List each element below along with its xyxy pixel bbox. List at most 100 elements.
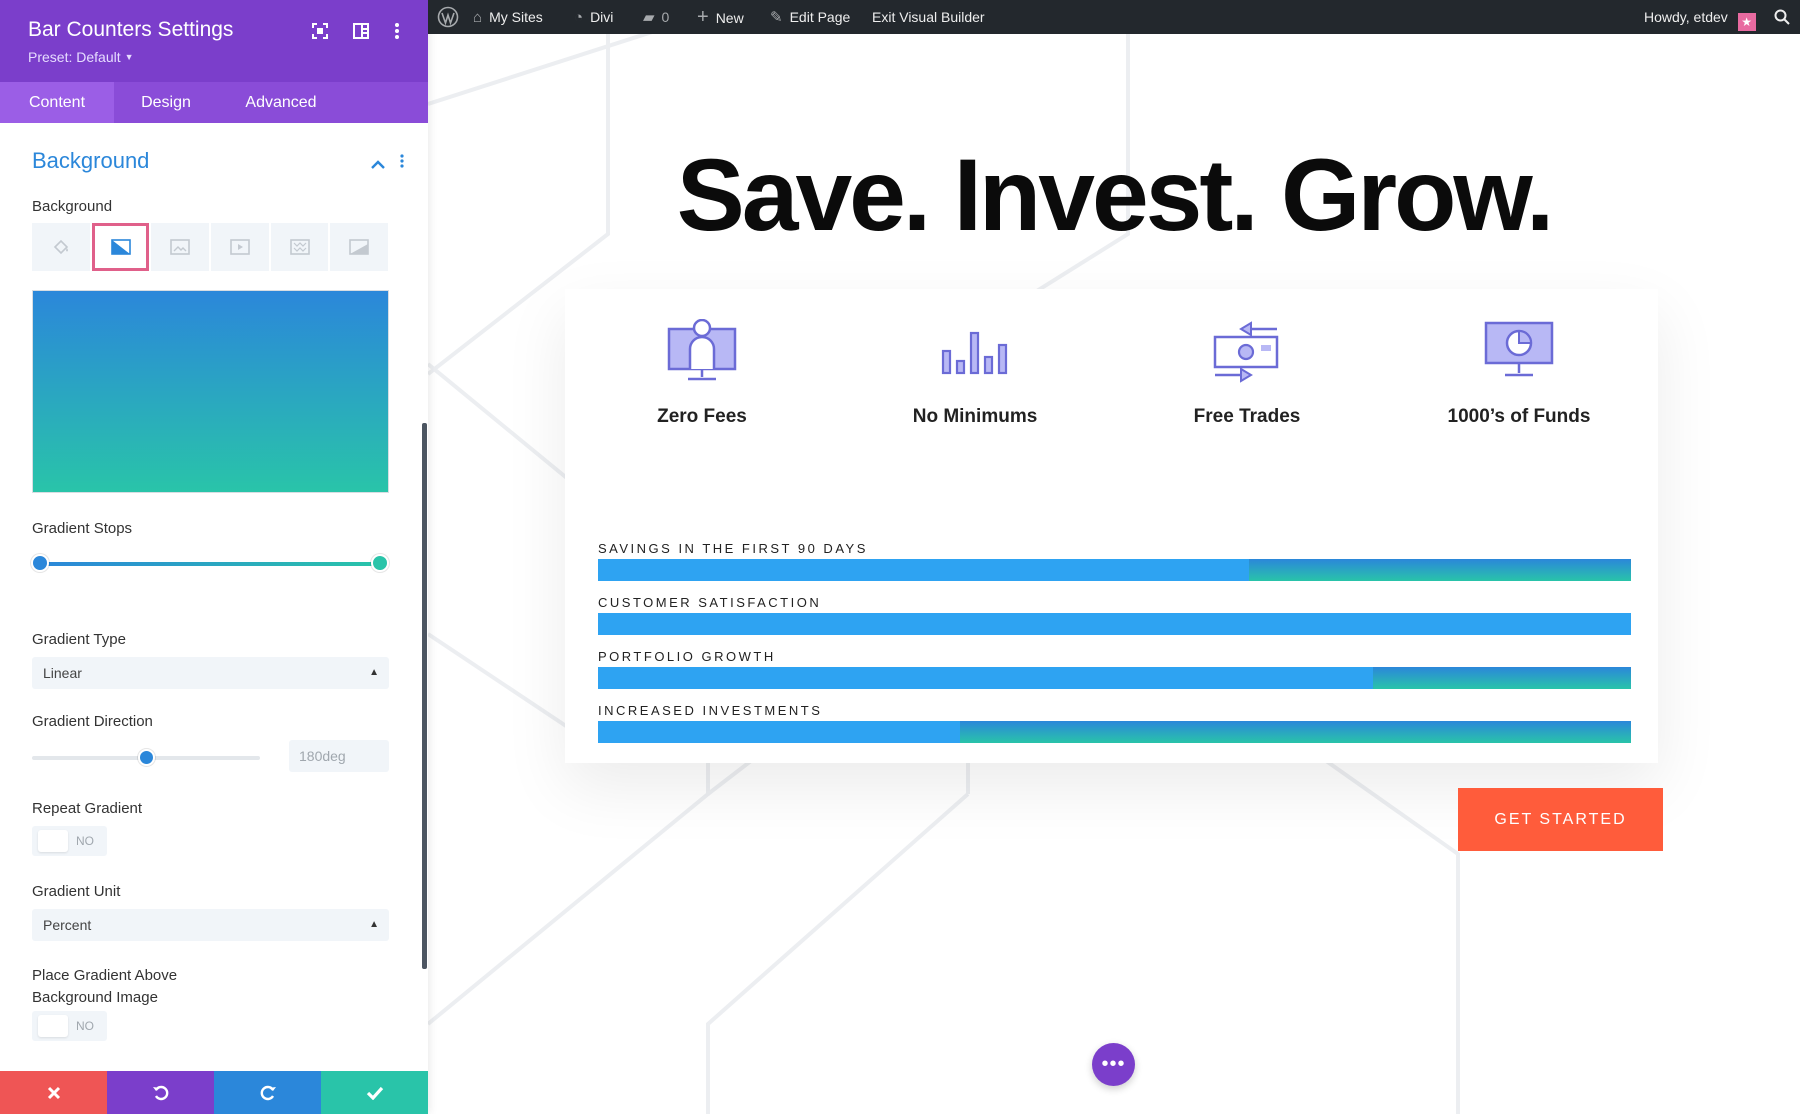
undo-button[interactable] [107,1071,214,1114]
split-view-icon[interactable] [350,20,372,42]
feature-free-trades: Free Trades [1127,319,1367,439]
gradient-direction-thumb[interactable] [138,749,155,766]
bar-counter-title: SAVINGS IN THE FIRST 90 DAYS [598,541,868,556]
bar-counter-track [598,559,1631,581]
redo-icon [260,1085,276,1100]
more-options-icon[interactable] [386,20,408,42]
gradient-direction-input[interactable]: 180deg [289,740,389,772]
bar-counter-title: CUSTOMER SATISFACTION [598,595,822,610]
bar-counter-fill [598,559,1249,581]
panel-body: Background Background Gradient Stops Gra… [0,123,428,1071]
toggle-state: NO [76,834,94,848]
video-icon [230,239,250,255]
page-settings-button[interactable]: ••• [1092,1043,1135,1086]
gradient-type-select[interactable]: Linear ▲ [32,657,389,689]
toggle-knob [38,830,68,852]
account-menu[interactable]: Howdy, etdev ★ [1644,0,1756,34]
panel-tabs: Content Design Advanced [0,82,428,123]
dashboard-icon: ◔ [574,9,584,26]
gradient-stop-end[interactable] [371,554,389,572]
place-gradient-above-toggle[interactable]: NO [32,1011,107,1041]
bg-image-tab[interactable] [151,223,210,271]
exit-visual-builder-link[interactable]: Exit Visual Builder [872,0,985,34]
panel-scrollbar[interactable] [422,423,427,969]
tab-advanced[interactable]: Advanced [218,82,344,123]
save-button[interactable] [321,1071,428,1114]
mask-icon [349,239,369,255]
my-sites-menu[interactable]: ⌂ My Sites [473,0,543,34]
close-icon [47,1086,60,1099]
wp-admin-bar: ⌂ My Sites ◔ Divi ▰ 0 + New ✎ Edit Page Exit … [428,0,1800,34]
bar-counter-track [598,667,1631,689]
checkmark-icon [366,1086,383,1100]
bg-pattern-tab[interactable] [270,223,329,271]
toggle-knob [38,1015,68,1037]
gradient-icon [110,239,131,255]
new-menu[interactable]: + New [697,0,744,34]
feature-label: Free Trades [1193,406,1301,427]
new-label: New [715,10,744,26]
gradient-unit-select[interactable]: Percent ▲ [32,909,389,941]
search-icon[interactable] [1774,0,1790,34]
divi-menu[interactable]: ◔ Divi [574,0,613,34]
place-gradient-label-line1: Place Gradient Above [32,967,178,984]
background-type-tabs [32,223,389,271]
panel-header: Bar Counters Settings Preset: Default ▼ [0,0,428,82]
gradient-unit-label: Gradient Unit [32,883,121,900]
gradient-preview[interactable] [32,290,389,493]
redo-button[interactable] [214,1071,321,1114]
features-card: Zero Fees No Minimums Free Trades 1000’s… [565,289,1658,763]
repeat-gradient-label: Repeat Gradient [32,800,143,817]
pie-monitor-icon [1484,321,1554,377]
feature-label: 1000’s of Funds [1447,406,1591,427]
background-label: Background [32,198,113,215]
bar-counter-title: PORTFOLIO GROWTH [598,649,776,664]
feature-label: Zero Fees [657,406,747,427]
gradient-stop-start[interactable] [31,554,49,572]
money-transfer-icon [1213,321,1279,383]
plus-icon: + [697,6,709,28]
image-icon [170,239,190,255]
preset-dropdown[interactable]: Preset: Default ▼ [28,49,134,65]
tab-content[interactable]: Content [0,82,114,123]
bar-counter-track [598,721,1631,743]
gradient-stops-track[interactable] [40,562,380,566]
edit-page-link[interactable]: ✎ Edit Page [770,0,850,34]
bar-counter-fill [598,667,1373,689]
fullscreen-icon[interactable] [309,20,331,42]
feature-zero-fees: Zero Fees [582,319,822,439]
bg-gradient-tab[interactable] [91,223,150,271]
wordpress-logo-icon[interactable] [437,0,459,34]
caret-down-icon: ▼ [124,52,134,62]
tab-design[interactable]: Design [114,82,218,123]
bg-mask-tab[interactable] [330,223,389,271]
section-title-background[interactable]: Background [32,148,149,174]
get-started-button[interactable]: GET STARTED [1458,788,1663,851]
bg-color-tab[interactable] [32,223,90,271]
settings-panel: Bar Counters Settings Preset: Default ▼ C… [0,0,428,1114]
feature-label: No Minimums [912,406,1038,427]
pattern-icon [289,239,310,255]
bar-counter-fill [598,613,1631,635]
toggle-state: NO [76,1019,94,1033]
comments-menu[interactable]: ▰ 0 [643,0,669,34]
preset-label: Preset: Default [28,49,121,65]
my-sites-label: My Sites [489,9,543,25]
select-arrows-icon: ▲ [369,919,379,930]
page-headline: Save. Invest. Grow. [676,138,1555,252]
howdy-label: Howdy, etdev [1644,9,1728,25]
cancel-button[interactable] [0,1071,107,1114]
paint-bucket-icon [53,239,68,255]
feature-no-minimums: No Minimums [855,319,1095,439]
pencil-icon: ✎ [770,9,783,26]
bar-counter-fill [598,721,960,743]
gradient-direction-label: Gradient Direction [32,713,153,730]
repeat-gradient-toggle[interactable]: NO [32,826,107,856]
bar-counter-title: INCREASED INVESTMENTS [598,703,823,718]
chevron-up-icon[interactable] [371,156,385,174]
bg-video-tab[interactable] [211,223,269,271]
gradient-type-label: Gradient Type [32,631,126,648]
section-options-icon[interactable] [400,154,404,173]
gradient-type-value: Linear [43,665,82,681]
divi-label: Divi [590,9,614,25]
